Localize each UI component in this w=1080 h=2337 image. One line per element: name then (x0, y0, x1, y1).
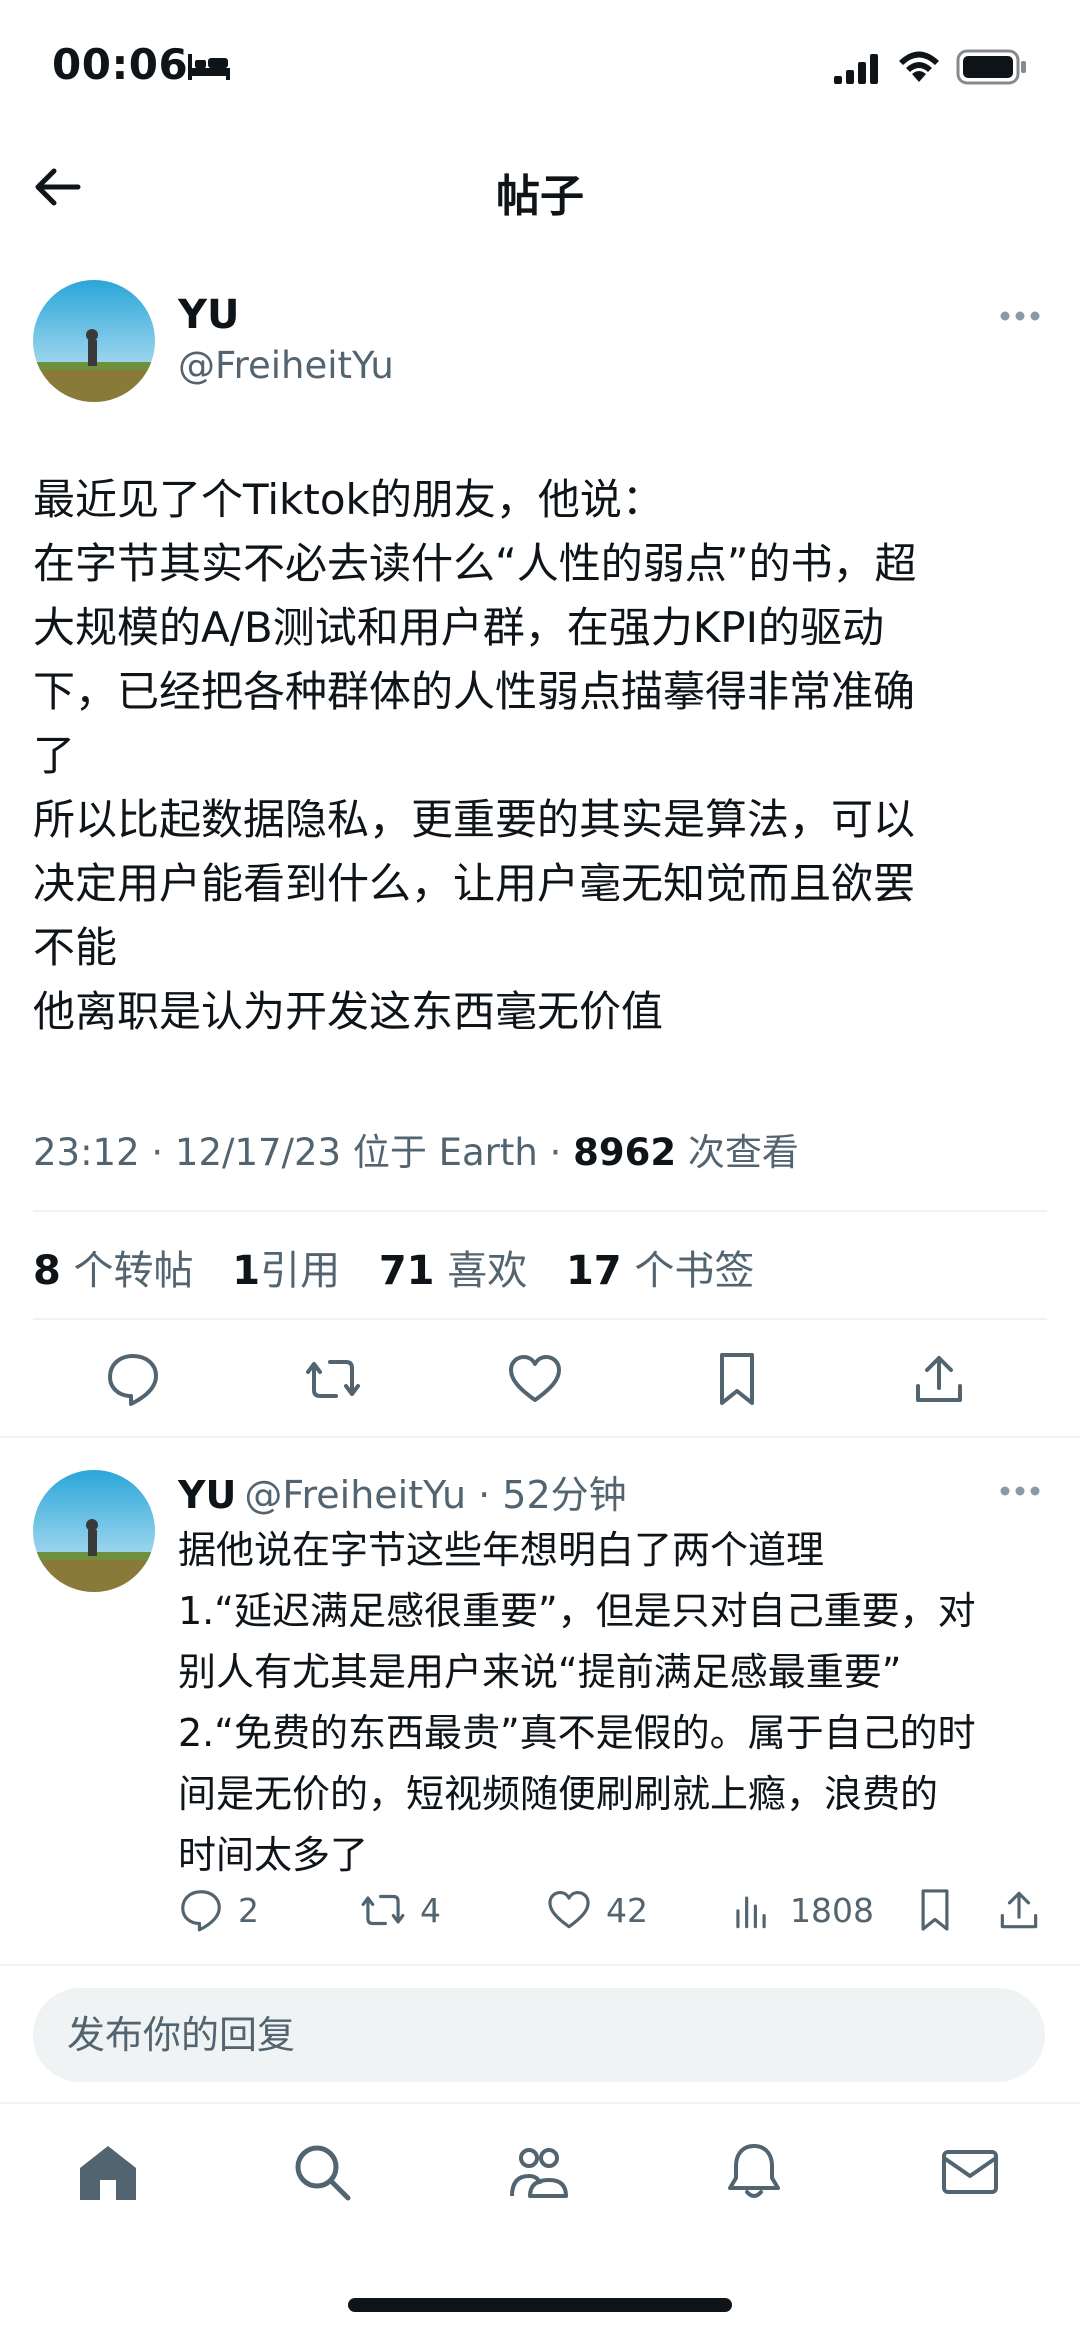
like-icon (548, 1890, 590, 1929)
communities-icon[interactable] (506, 2140, 570, 2204)
reply-text-line: 别人有尤其是用户来说“提前满足感最重要” (178, 1650, 902, 1694)
reply-text-line: 2.“免费的东西最贵”真不是假的。属于自己的时 (178, 1711, 976, 1755)
reply-reposts-button[interactable]: 4 (360, 1884, 441, 1936)
divider (33, 1318, 1047, 1320)
like-icon[interactable] (506, 1350, 564, 1408)
reply-icon (181, 1890, 221, 1932)
repost-icon (361, 1894, 405, 1926)
reply-views-count: 1808 (790, 1890, 874, 1930)
signal-icon (834, 54, 878, 84)
reposts-stat[interactable]: 8 个转帖 (33, 1248, 194, 1294)
post-text: 最近见了个Tiktok的朋友，他说： 在字节其实不必去读什么“人性的弱点”的书，… (33, 468, 1048, 1044)
reply-text-line: 据他说在字节这些年想明白了两个道理 (178, 1528, 825, 1572)
reply-replies-count: 2 (238, 1890, 259, 1930)
bookmark-icon (921, 1889, 949, 1931)
page-title: 帖子 (496, 171, 584, 222)
battery-icon (956, 49, 1026, 85)
more-options-icon[interactable] (998, 309, 1042, 323)
reply-likes-button[interactable]: 42 (546, 1884, 648, 1936)
reply-icon[interactable] (104, 1350, 162, 1408)
repost-icon[interactable] (304, 1350, 362, 1408)
reply-share-button[interactable] (996, 1884, 1056, 1936)
status-bar: 00:06 (0, 0, 1080, 130)
bed-icon (188, 54, 230, 80)
divider (0, 1964, 1080, 1966)
author-handle[interactable]: @FreiheitYu (178, 344, 394, 387)
likes-stat[interactable]: 71 喜欢 (379, 1248, 527, 1294)
post-text-line: 决定用户能看到什么，让用户毫无知觉而且欲罢 (33, 859, 916, 908)
post-timestamp: 23:12 · 12/17/23 位于 Earth · (33, 1131, 574, 1174)
avatar[interactable] (33, 280, 155, 402)
post-text-line: 他离职是认为开发这东西毫无价值 (33, 987, 664, 1036)
view-count[interactable]: 8962 (573, 1131, 676, 1174)
post-text-line: 下，已经把各种群体的人性弱点描摹得非常准确 (33, 667, 916, 716)
avatar-image (33, 1470, 155, 1592)
reply-time: · 52分钟 (466, 1473, 627, 1517)
reply-text-line: 1.“延迟满足感很重要”，但是只对自己重要，对 (178, 1589, 976, 1633)
reply-composer[interactable] (33, 1988, 1045, 2082)
reply-text: 据他说在字节这些年想明白了两个道理 1.“延迟满足感很重要”，但是只对自己重要，… (178, 1520, 1058, 1886)
share-icon[interactable] (910, 1350, 968, 1408)
reply-input[interactable] (67, 1988, 1007, 2082)
post-text-line: 不能 (33, 923, 118, 972)
reply-avatar[interactable] (33, 1470, 155, 1592)
reply-bookmark-button[interactable] (912, 1884, 972, 1936)
post-text-line: 大规模的A/B测试和用户群，在强力KPI的驱动 (33, 603, 884, 652)
post-text-line: 所以比起数据隐私，更重要的其实是算法，可以 (33, 795, 916, 844)
reply-author-handle[interactable]: @FreiheitYu (244, 1473, 466, 1517)
status-time: 00:06 (52, 40, 189, 89)
reply-text-line: 间是无价的，短视频随便刷刷就上瘾，浪费的 (178, 1772, 939, 1816)
notifications-icon[interactable] (722, 2140, 786, 2204)
bookmark-icon[interactable] (708, 1350, 766, 1408)
nav-header: 帖子 (0, 130, 1080, 250)
view-count-label: 次查看 (676, 1131, 799, 1174)
home-indicator (348, 2298, 732, 2312)
reply-views-button[interactable]: 1808 (730, 1884, 874, 1936)
reply-reposts-count: 4 (420, 1890, 441, 1930)
messages-icon[interactable] (938, 2140, 1002, 2204)
post-text-line: 最近见了个Tiktok的朋友，他说： (33, 475, 664, 524)
views-icon (736, 1896, 766, 1929)
avatar-image (33, 280, 155, 402)
share-icon (1000, 1891, 1038, 1929)
divider (0, 2102, 1080, 2104)
divider (33, 1210, 1047, 1212)
reply-replies-button[interactable]: 2 (178, 1884, 259, 1936)
post-meta: 23:12 · 12/17/23 位于 Earth · 8962 次查看 (33, 1122, 799, 1176)
home-icon[interactable] (76, 2140, 140, 2204)
post-text-line: 了 (33, 731, 76, 780)
reply-author-name[interactable]: YU (178, 1473, 236, 1517)
engagement-stats: 8 个转帖 1引用 71 喜欢 17 个书签 (33, 1238, 780, 1296)
reply-header: YU @FreiheitYu · 52分钟 (178, 1464, 627, 1519)
search-icon[interactable] (290, 2140, 354, 2204)
bookmarks-stat[interactable]: 17 个书签 (566, 1248, 754, 1294)
author-name[interactable]: YU (178, 292, 239, 338)
reply-likes-count: 42 (606, 1890, 648, 1930)
quotes-stat[interactable]: 1引用 (232, 1248, 340, 1294)
wifi-icon (899, 51, 939, 82)
reply-more-options-icon[interactable] (998, 1484, 1042, 1498)
divider (0, 1436, 1080, 1438)
reply-text-line: 时间太多了 (178, 1833, 369, 1877)
post-text-line: 在字节其实不必去读什么“人性的弱点”的书，超 (33, 539, 917, 588)
